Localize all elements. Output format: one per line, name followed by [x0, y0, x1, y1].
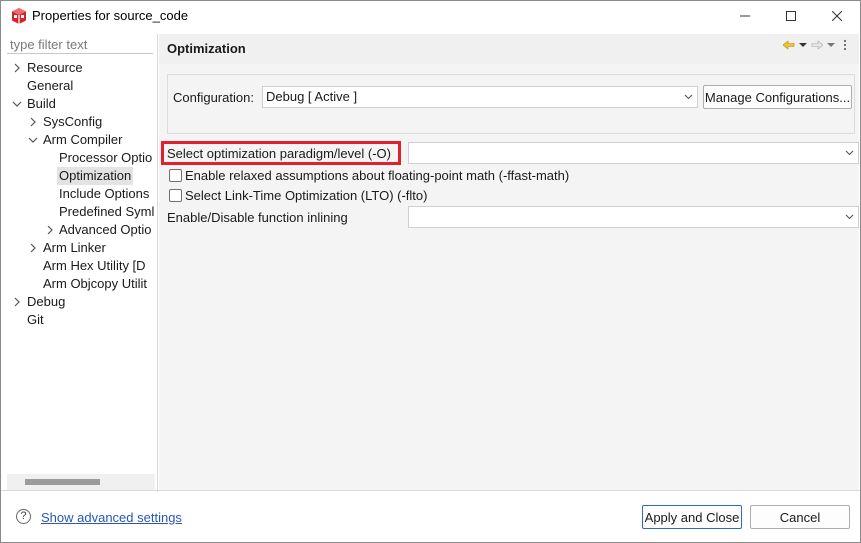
- chevron-down-icon: [845, 207, 854, 227]
- tree-item-label: Resource: [27, 60, 83, 75]
- tree-item-build[interactable]: Build: [4, 95, 154, 113]
- back-menu-icon[interactable]: [797, 38, 809, 52]
- tree-item-label: Arm Hex Utility [D: [43, 258, 146, 273]
- page-header: Optimization: [159, 34, 859, 64]
- tree-item-label: Arm Objcopy Utilit: [43, 276, 148, 291]
- tree-item-debug[interactable]: Debug: [4, 293, 154, 311]
- property-tree: Resource General Build SysConfig Arm Com…: [4, 59, 154, 479]
- tree-item-resource[interactable]: Resource: [4, 59, 154, 77]
- close-icon: [832, 11, 842, 21]
- configuration-group: Configuration: Debug [ Active ] Manage C…: [167, 74, 855, 134]
- view-menu-icon[interactable]: [839, 38, 851, 52]
- tree-item-label: Git: [27, 312, 44, 327]
- chevron-down-icon[interactable]: [11, 95, 23, 113]
- window-title: Properties for source_code: [32, 8, 189, 23]
- back-icon[interactable]: [783, 38, 795, 52]
- tree-item-git[interactable]: Git: [4, 311, 154, 329]
- chevron-right-icon[interactable]: [11, 293, 23, 311]
- chevron-down-icon: [684, 87, 693, 107]
- page-title: Optimization: [167, 41, 246, 56]
- tree-item-label: Debug: [27, 294, 66, 309]
- tree-item-label: Arm Compiler: [43, 132, 123, 147]
- inlining-label: Enable/Disable function inlining: [167, 210, 348, 225]
- show-advanced-settings-link[interactable]: Show advanced settings: [41, 510, 182, 525]
- cancel-button[interactable]: Cancel: [750, 505, 850, 529]
- opt-level-select[interactable]: [408, 142, 859, 164]
- tree-item-label: SysConfig: [43, 114, 103, 129]
- maximize-icon: [786, 11, 796, 21]
- manage-configurations-button[interactable]: Manage Configurations...: [703, 85, 852, 109]
- tree-item-arm-linker[interactable]: Arm Linker: [4, 239, 154, 257]
- configuration-label: Configuration:: [173, 90, 254, 105]
- tree-item-optimization[interactable]: Optimization: [4, 167, 154, 185]
- configuration-value: Debug [ Active ]: [266, 89, 358, 104]
- tree-item-arm-objcopy-utility[interactable]: Arm Objcopy Utilit: [4, 275, 154, 293]
- apply-and-close-button[interactable]: Apply and Close: [642, 505, 742, 529]
- tree-item-label: Build: [27, 96, 56, 111]
- chevron-down-icon: [845, 143, 854, 163]
- close-button[interactable]: [814, 1, 860, 31]
- tree-item-label: Arm Linker: [43, 240, 106, 255]
- pane-splitter[interactable]: [157, 34, 158, 492]
- lto-label: Select Link-Time Optimization (LTO) (-fl…: [185, 188, 428, 203]
- tree-item-sysconfig[interactable]: SysConfig: [4, 113, 154, 131]
- chevron-right-icon[interactable]: [44, 221, 56, 239]
- help-icon[interactable]: ?: [16, 509, 31, 524]
- properties-dialog: Properties for source_code type filter t…: [0, 0, 861, 543]
- properties-page: Optimization Configuration: Debug [Acti…: [159, 34, 859, 490]
- tree-item-label: Advanced Optio: [59, 222, 152, 237]
- chevron-right-icon[interactable]: [27, 239, 39, 257]
- tree-item-label: General: [27, 78, 74, 93]
- tree-item-include-options[interactable]: Include Options: [4, 185, 154, 203]
- fast-math-label: Enable relaxed assumptions about floatin…: [185, 168, 570, 183]
- chevron-right-icon[interactable]: [27, 113, 39, 131]
- page-nav-toolbar: [783, 38, 851, 52]
- footer-separator: [1, 490, 860, 491]
- tree-item-predefined-symbols[interactable]: Predefined Syml: [4, 203, 154, 221]
- app-icon: [10, 7, 28, 25]
- scrollbar-thumb[interactable]: [25, 479, 100, 485]
- tree-item-arm-hex-utility[interactable]: Arm Hex Utility [D: [4, 257, 154, 275]
- filter-input[interactable]: type filter text: [7, 36, 153, 54]
- fast-math-checkbox[interactable]: [169, 169, 182, 182]
- minimize-icon: [740, 11, 750, 21]
- title-bar: Properties for source_code: [1, 1, 860, 31]
- navigation-pane: type filter text Resource General Build: [4, 34, 155, 492]
- lto-checkbox[interactable]: [169, 189, 182, 202]
- tree-item-label: Include Options: [59, 186, 150, 201]
- forward-menu-icon[interactable]: [825, 38, 837, 52]
- tree-item-label: Predefined Syml: [59, 204, 154, 219]
- tree-horizontal-scrollbar[interactable]: [7, 474, 155, 490]
- chevron-right-icon[interactable]: [11, 59, 23, 77]
- inlining-select[interactable]: [408, 206, 859, 228]
- forward-icon[interactable]: [811, 38, 823, 52]
- tree-item-arm-compiler[interactable]: Arm Compiler: [4, 131, 154, 149]
- tree-item-label: Optimization: [57, 167, 134, 185]
- tree-item-general[interactable]: General: [4, 77, 154, 95]
- maximize-button[interactable]: [768, 1, 814, 31]
- tree-item-label: Processor Optio: [59, 150, 153, 165]
- minimize-button[interactable]: [722, 1, 768, 31]
- chevron-down-icon[interactable]: [27, 131, 39, 149]
- configuration-select[interactable]: Debug [ Active ]: [262, 86, 698, 108]
- tree-item-advanced-options[interactable]: Advanced Optio: [4, 221, 154, 239]
- tree-item-processor-options[interactable]: Processor Optio: [4, 149, 154, 167]
- highlight-box: [161, 141, 401, 165]
